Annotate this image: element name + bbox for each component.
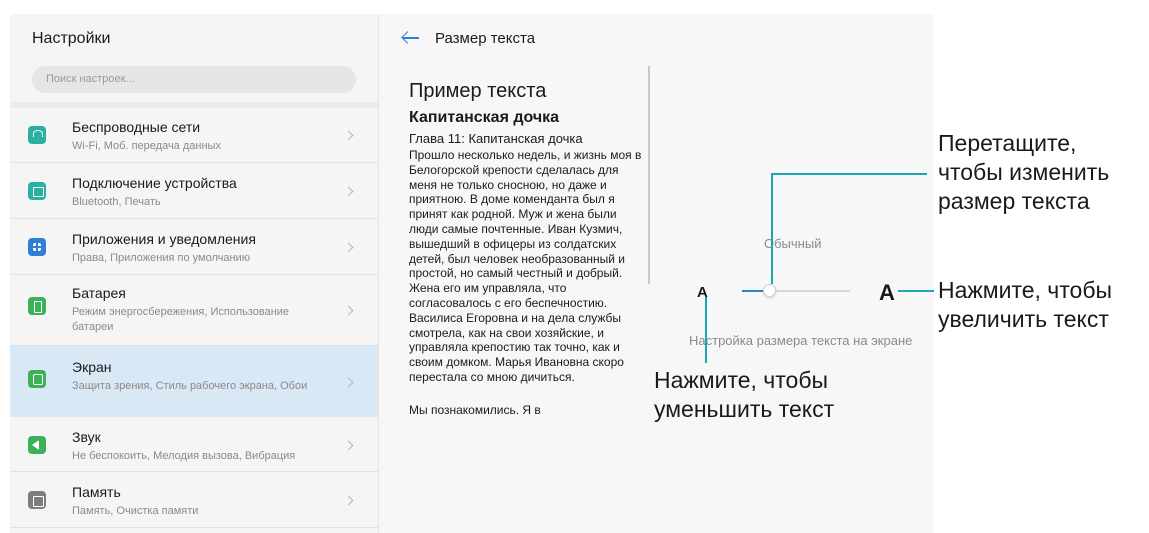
increase-text-size-button[interactable]: A [879, 280, 895, 306]
sample-continuation: Мы познакомились. Я в [409, 402, 541, 417]
menu-item-device-connection[interactable]: Подключение устройства Bluetooth, Печать [10, 163, 378, 219]
menu-item-sound[interactable]: Звук Не беспокоить, Мелодия вызова, Вибр… [10, 417, 378, 472]
chevron-right-icon [343, 130, 354, 141]
menu-item-title: Память [72, 484, 121, 500]
menu-item-title: Экран [72, 359, 112, 375]
text-size-slider-thumb[interactable] [763, 284, 776, 297]
wifi-icon [28, 126, 46, 144]
sound-icon [28, 436, 46, 454]
menu-item-subtitle: Права, Приложения по умолчанию [72, 252, 250, 264]
search-input[interactable]: Поиск настроек... [32, 66, 356, 93]
menu-item-title: Подключение устройства [72, 175, 237, 191]
menu-item-subtitle: Защита зрения, Стиль рабочего экрана, Об… [72, 380, 308, 392]
callout-line-drag-vertical [771, 173, 773, 284]
menu-item-title: Беспроводные сети [72, 119, 201, 135]
search-placeholder: Поиск настроек... [46, 73, 135, 85]
menu-item-title: Приложения и уведомления [72, 231, 256, 247]
text-size-panel: Размер текста Пример текста Капитанская … [379, 14, 934, 533]
chevron-right-icon [343, 305, 354, 316]
menu-item-subtitle: Не беспокоить, Мелодия вызова, Вибрация [72, 450, 296, 462]
device-connection-icon [28, 182, 46, 200]
callout-line-smaller [705, 297, 707, 363]
chevron-right-icon [343, 440, 354, 451]
chevron-right-icon [343, 242, 354, 253]
apps-icon [28, 238, 46, 256]
callout-increase-text: Нажмите, чтобы увеличить текст [938, 277, 1113, 332]
menu-item-display[interactable]: Экран Защита зрения, Стиль рабочего экра… [10, 346, 378, 417]
sample-heading: Пример текста [409, 80, 547, 102]
display-icon [28, 370, 46, 388]
menu-item-memory[interactable]: Память Память, Очистка памяти [10, 472, 378, 528]
sample-text-preview: Пример текста Капитанская дочка Глава 11… [409, 80, 644, 417]
chevron-right-icon [343, 377, 354, 388]
preview-scrollbar[interactable] [648, 66, 650, 284]
settings-panel: Настройки Поиск настроек... Беспроводные… [10, 14, 378, 533]
menu-item-apps[interactable]: Приложения и уведомления Права, Приложен… [10, 219, 378, 275]
sample-book-title: Капитанская дочка [409, 109, 560, 126]
battery-icon [28, 297, 46, 315]
menu-item-subtitle: Bluetooth, Печать [72, 196, 161, 208]
settings-title: Настройки [32, 30, 111, 47]
menu-item-wireless[interactable]: Беспроводные сети Wi-Fi, Моб. передача д… [10, 108, 378, 163]
back-arrow-icon[interactable] [401, 28, 419, 46]
page-title: Размер текста [435, 30, 536, 47]
menu-item-title: Звук [72, 429, 101, 445]
callout-drag-to-resize: Перетащите, чтобы изменить размер текста [938, 130, 1110, 214]
sample-chapter: Глава 11: Капитанская дочка [409, 131, 583, 146]
menu-item-subtitle: Режим энергосбережения, Использование ба… [72, 306, 290, 333]
sample-body-text: Прошло несколько недель, и жизнь моя в Б… [409, 148, 642, 384]
memory-icon [28, 491, 46, 509]
callout-line-drag [771, 173, 927, 175]
menu-item-subtitle: Память, Очистка памяти [72, 505, 199, 517]
settings-menu: Беспроводные сети Wi-Fi, Моб. передача д… [10, 108, 378, 528]
callout-line-bigger [898, 290, 934, 292]
chevron-right-icon [343, 495, 354, 506]
chevron-right-icon [343, 186, 354, 197]
menu-item-subtitle: Wi-Fi, Моб. передача данных [72, 140, 221, 152]
callout-decrease-text: Нажмите, чтобы уменьшить текст [654, 367, 835, 422]
tablet-screen: Настройки Поиск настроек... Беспроводные… [10, 14, 934, 533]
menu-item-battery[interactable]: Батарея Режим энергосбережения, Использо… [10, 275, 378, 346]
slider-hint: Настройка размера текста на экране [689, 333, 913, 348]
menu-item-title: Батарея [72, 285, 126, 301]
